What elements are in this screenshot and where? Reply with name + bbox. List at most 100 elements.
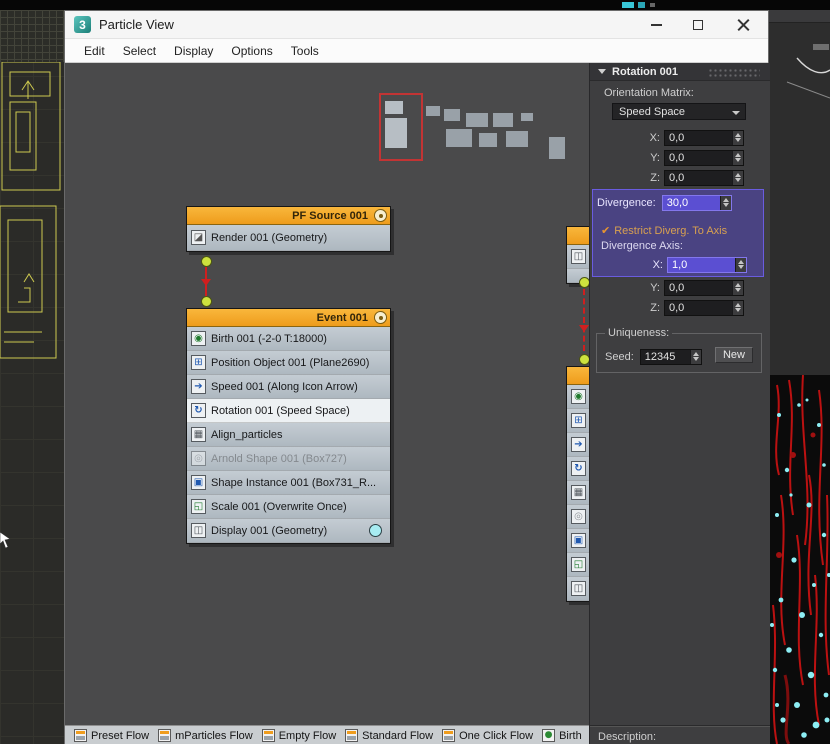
divergence-field[interactable]: 30,0 bbox=[661, 194, 732, 211]
depot-item-standard-flow[interactable]: Standard Flow bbox=[345, 729, 433, 742]
euler-z-spinner[interactable] bbox=[732, 170, 743, 185]
axis-x-field[interactable]: 1,0 bbox=[667, 256, 747, 273]
operator-row-birth[interactable]: Birth 001 (-2-0 T:18000) bbox=[187, 327, 390, 351]
seed-spinner[interactable] bbox=[689, 349, 701, 364]
event-header[interactable]: Event 001 bbox=[187, 309, 390, 327]
depot-item-empty-flow[interactable]: Empty Flow bbox=[261, 729, 336, 742]
menu-select[interactable]: Select bbox=[114, 44, 165, 58]
operator-row[interactable] bbox=[567, 457, 589, 481]
operator-row-display[interactable]: Display 001 (Geometry) bbox=[187, 519, 390, 543]
operator-row[interactable] bbox=[567, 409, 589, 433]
operator-row-position-object[interactable]: Position Object 001 (Plane2690) bbox=[187, 351, 390, 375]
operator-row-align-particles[interactable]: Align_particles bbox=[187, 423, 390, 447]
display-color-swatch[interactable] bbox=[369, 524, 382, 537]
euler-y-field[interactable]: 0,0 bbox=[664, 149, 744, 166]
operator-row[interactable] bbox=[567, 385, 589, 409]
operator-row[interactable] bbox=[567, 481, 589, 505]
dropdown-value: Speed Space bbox=[619, 105, 686, 118]
operator-row-shape-instance[interactable]: Shape Instance 001 (Box731_R... bbox=[187, 471, 390, 495]
menu-options[interactable]: Options bbox=[222, 44, 281, 58]
speed-icon bbox=[191, 379, 206, 394]
operator-label: Arnold Shape 001 (Box727) bbox=[211, 452, 347, 465]
axis-y-field[interactable]: 0,0 bbox=[664, 279, 744, 296]
event-input-dot[interactable] bbox=[201, 296, 212, 307]
window-titlebar[interactable]: 3 Particle View bbox=[65, 11, 768, 39]
app-logo: 3 bbox=[74, 16, 91, 33]
divergence-spinner[interactable] bbox=[719, 195, 731, 210]
seed-row: Seed: 12345 bbox=[605, 348, 702, 365]
operator-row-speed[interactable]: Speed 001 (Along Icon Arrow) bbox=[187, 375, 390, 399]
mouse-cursor bbox=[0, 532, 11, 549]
operator-row[interactable] bbox=[567, 433, 589, 457]
minimize-button[interactable] bbox=[639, 11, 673, 39]
close-button[interactable] bbox=[726, 11, 760, 39]
operator-row-scale[interactable]: Scale 001 (Overwrite Once) bbox=[187, 495, 390, 519]
operator-row[interactable] bbox=[567, 505, 589, 529]
background-titlebar bbox=[0, 0, 830, 10]
field-value: 12345 bbox=[644, 350, 676, 363]
mparticles-flow-icon bbox=[158, 729, 172, 742]
clipped-node-output-dot[interactable] bbox=[579, 277, 589, 288]
clipped-node-bottom[interactable] bbox=[566, 366, 589, 602]
preset-flow-icon bbox=[74, 729, 87, 742]
operator-row[interactable] bbox=[567, 577, 589, 601]
axis-y-row: Y: 0,0 bbox=[590, 279, 744, 296]
clipped-event-input-dot[interactable] bbox=[579, 354, 589, 365]
node-thumbnail bbox=[479, 133, 497, 147]
event-node[interactable]: Event 001 Birth 001 (-2-0 T:18000) Posit… bbox=[186, 308, 391, 544]
rollout-header-rotation[interactable]: Rotation 001 bbox=[590, 63, 770, 81]
euler-y-row: Y: 0,0 bbox=[590, 149, 744, 166]
event-title: Event 001 bbox=[316, 311, 368, 324]
menu-tools[interactable]: Tools bbox=[282, 44, 328, 58]
seed-field[interactable]: 12345 bbox=[639, 348, 702, 365]
pf-source-output-dot[interactable] bbox=[201, 256, 212, 267]
clipped-node-top[interactable] bbox=[566, 226, 589, 284]
axis-z-spinner[interactable] bbox=[732, 300, 743, 315]
operator-label: Render 001 (Geometry) bbox=[211, 231, 328, 244]
operator-row[interactable] bbox=[567, 529, 589, 553]
particle-view-window: 3 Particle View Edit Select Display Opti… bbox=[64, 10, 770, 744]
operator-row-arnold-shape[interactable]: Arnold Shape 001 (Box727) bbox=[187, 447, 390, 471]
operator-row[interactable] bbox=[567, 553, 589, 577]
birth-depot-icon bbox=[542, 729, 556, 742]
operator-row-render[interactable]: Render 001 (Geometry) bbox=[187, 225, 390, 251]
axis-z-field[interactable]: 0,0 bbox=[664, 299, 744, 316]
field-value: 0,0 bbox=[669, 151, 685, 164]
euler-x-field[interactable]: 0,0 bbox=[664, 129, 744, 146]
node-canvas[interactable]: PF Source 001 Render 001 (Geometry) Even… bbox=[65, 63, 589, 725]
orientation-matrix-label: Orientation Matrix: bbox=[604, 87, 694, 99]
wire-arrow bbox=[579, 325, 589, 337]
operator-label: Birth 001 (-2-0 T:18000) bbox=[211, 332, 327, 345]
operator-row-rotation[interactable]: Rotation 001 (Speed Space) bbox=[187, 399, 390, 423]
new-seed-button[interactable]: New bbox=[715, 347, 753, 363]
field-value: 0,0 bbox=[669, 281, 685, 294]
background-sketch bbox=[786, 44, 830, 99]
euler-y-spinner[interactable] bbox=[732, 150, 743, 165]
depot-item-preset-flow[interactable]: Preset Flow bbox=[74, 729, 149, 742]
align-icon bbox=[571, 485, 586, 500]
menu-display[interactable]: Display bbox=[165, 44, 222, 58]
rollout-grip bbox=[708, 68, 760, 77]
euler-z-field[interactable]: 0,0 bbox=[664, 169, 744, 186]
orientation-matrix-dropdown[interactable]: Speed Space bbox=[612, 103, 746, 120]
seed-label: Seed: bbox=[605, 350, 634, 363]
axis-y-spinner[interactable] bbox=[732, 280, 743, 295]
node-thumbnail bbox=[446, 129, 472, 147]
node-thumbnail bbox=[385, 118, 407, 148]
depot-item-one-click-flow[interactable]: One Click Flow bbox=[442, 729, 533, 742]
axis-x-spinner[interactable] bbox=[735, 257, 746, 272]
divergence-axis-label: Divergence Axis: bbox=[601, 240, 683, 252]
depot-item-mparticles-flow[interactable]: mParticles Flow bbox=[158, 729, 253, 742]
depot-item-birth[interactable]: Birth bbox=[542, 729, 582, 742]
euler-x-spinner[interactable] bbox=[732, 130, 743, 145]
wire-clipped[interactable] bbox=[583, 289, 585, 351]
depot-label: Standard Flow bbox=[362, 729, 434, 742]
operator-label: Display 001 (Geometry) bbox=[211, 524, 328, 537]
pf-source-header[interactable]: PF Source 001 bbox=[187, 207, 390, 225]
restrict-checkbox-row[interactable]: ✔ Restrict Diverg. To Axis bbox=[601, 222, 727, 239]
pf-source-node[interactable]: PF Source 001 Render 001 (Geometry) bbox=[186, 206, 391, 252]
node-thumbnail bbox=[385, 101, 403, 114]
maximize-button[interactable] bbox=[681, 11, 715, 39]
operator-row[interactable] bbox=[567, 245, 589, 269]
menu-edit[interactable]: Edit bbox=[75, 44, 114, 58]
